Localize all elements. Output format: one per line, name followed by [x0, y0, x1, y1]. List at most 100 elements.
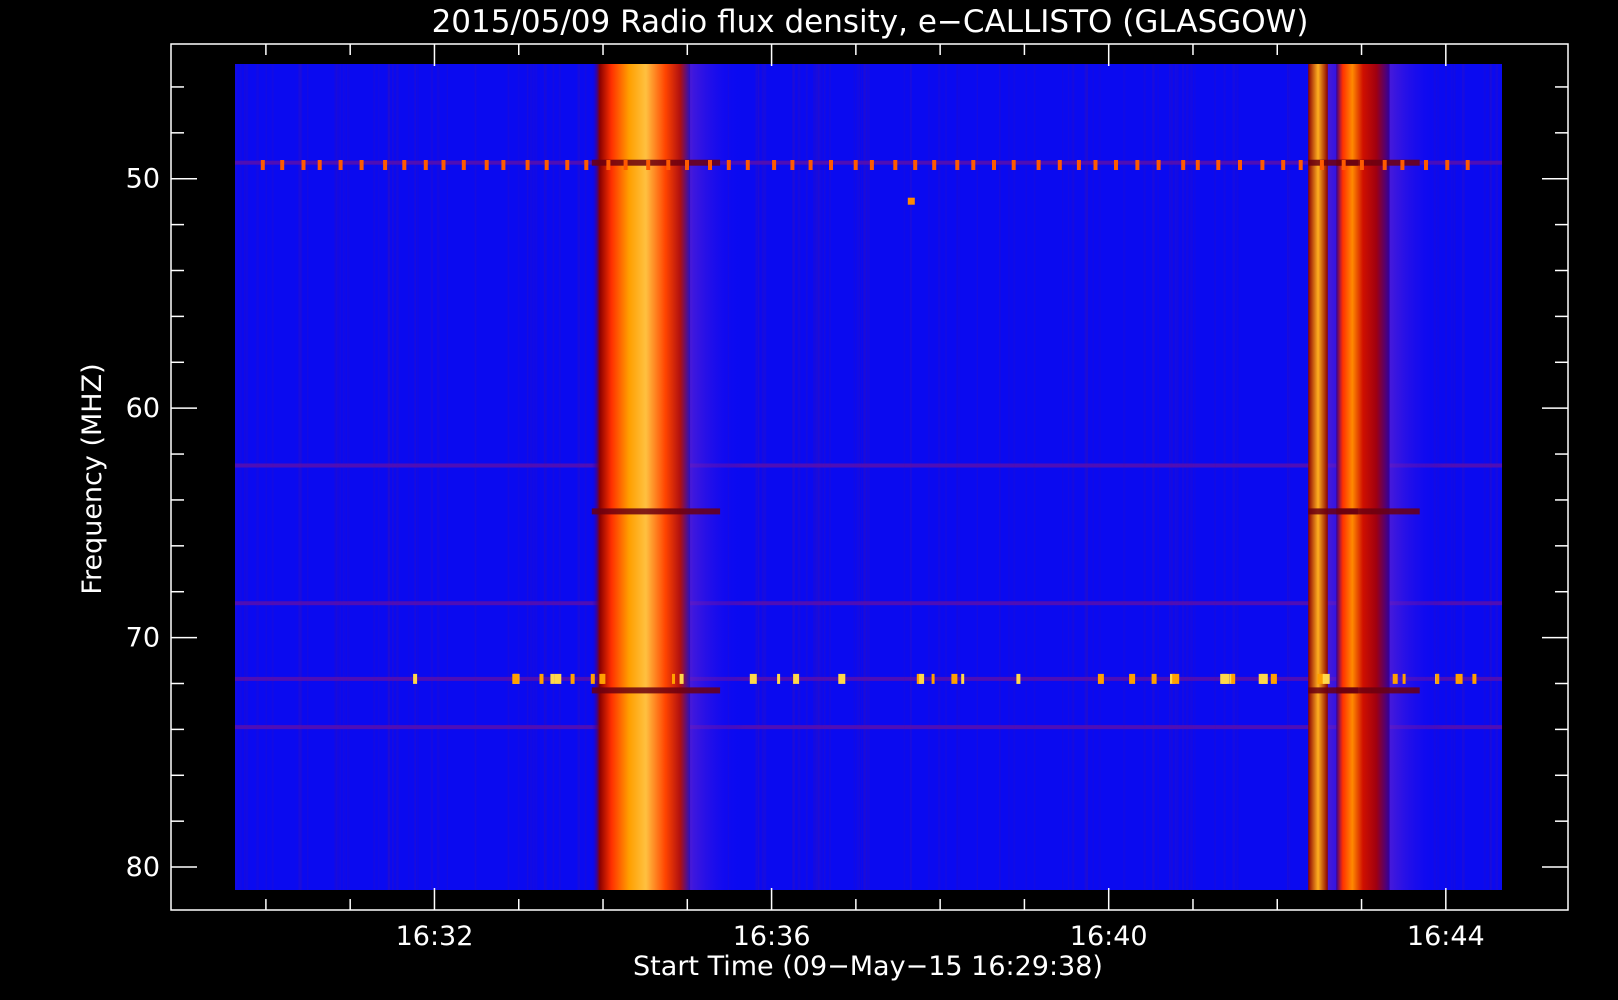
faint-stripe — [396, 64, 399, 890]
interference-dot — [280, 160, 285, 170]
faint-stripe — [243, 64, 246, 890]
interference-dot — [1216, 160, 1221, 170]
interference-dot — [1238, 160, 1242, 170]
faint-stripe — [1062, 64, 1064, 890]
faint-stripe — [821, 64, 823, 890]
faint-stripe — [1153, 64, 1155, 890]
faint-stripe — [856, 64, 859, 890]
interference-dot — [1172, 673, 1180, 684]
interference-dot — [1341, 160, 1346, 170]
interference-dot — [726, 160, 731, 170]
faint-stripe — [976, 64, 978, 890]
y-axis-label: Frequency (MHZ) — [77, 363, 108, 594]
faint-stripe — [1214, 64, 1216, 890]
interference-dot — [1402, 673, 1406, 684]
faint-stripe — [552, 64, 555, 890]
interference-dot — [913, 160, 918, 170]
burst-band — [1308, 64, 1328, 890]
faint-stripe — [577, 64, 580, 890]
faint-stripe — [1025, 64, 1027, 890]
interference-dot — [1011, 160, 1016, 170]
faint-stripe — [335, 64, 339, 890]
burst-cut — [1336, 159, 1420, 166]
faint-stripe — [265, 64, 268, 890]
faint-stripe — [1489, 64, 1493, 890]
interference-dot — [550, 673, 555, 684]
x-tick-labels: 16:32 16:36 16:40 16:44 — [396, 921, 1485, 952]
faint-stripe — [408, 64, 410, 890]
interference-dot — [749, 673, 757, 684]
faint-stripe — [1174, 64, 1177, 890]
chart-title: 2015/05/09 Radio flux density, e−CALLIST… — [432, 4, 1309, 40]
faint-stripe — [1483, 64, 1486, 890]
interference-dot — [1400, 160, 1405, 170]
faint-stripe — [1033, 64, 1036, 890]
faint-stripe — [414, 64, 417, 890]
faint-stripe — [1236, 64, 1239, 890]
interference-dot — [484, 160, 489, 170]
faint-stripe — [507, 64, 510, 890]
interference-dot — [1057, 160, 1062, 170]
interference-dot — [1424, 160, 1428, 170]
faint-stripe — [446, 64, 448, 890]
burst-cut — [591, 159, 721, 166]
faint-stripe — [1157, 64, 1159, 890]
interference-dot — [992, 160, 996, 170]
interference-dot — [338, 160, 343, 170]
faint-stripe — [545, 64, 547, 890]
faint-stripe — [867, 64, 870, 890]
burst-band — [591, 64, 691, 890]
faint-stripe — [763, 64, 767, 890]
x-tick-label: 16:40 — [1070, 921, 1148, 952]
interference-dot — [932, 160, 937, 170]
spectrogram-chart: 2015/05/09 Radio flux density, e−CALLIST… — [77, 4, 1569, 982]
interference-dot — [1135, 160, 1140, 170]
burst-tail — [690, 64, 746, 890]
interference-dot — [383, 160, 388, 170]
faint-stripe — [761, 64, 764, 890]
faint-stripe — [1086, 64, 1089, 890]
interference-dot — [1036, 160, 1041, 170]
faint-stripe — [430, 64, 434, 890]
burst-cut — [1336, 687, 1420, 694]
faint-stripe — [1495, 64, 1499, 890]
interference-dot — [793, 673, 800, 684]
faint-stripe — [1008, 64, 1010, 890]
faint-stripe — [1232, 64, 1236, 890]
interference-dot — [1273, 673, 1277, 684]
interference-dot — [1359, 160, 1364, 170]
faint-stripe — [235, 64, 238, 890]
faint-stripe — [957, 64, 961, 890]
faint-stripe — [853, 64, 855, 890]
interference-dot — [512, 673, 519, 684]
interference-dot — [1093, 160, 1098, 170]
interference-dot — [461, 160, 466, 170]
interference-dot — [260, 160, 265, 170]
faint-stripe — [1092, 64, 1094, 890]
faint-stripe — [340, 64, 342, 890]
faint-stripe — [534, 64, 538, 890]
faint-stripe — [999, 64, 1001, 890]
faint-stripe — [757, 64, 760, 890]
faint-stripe — [1123, 64, 1126, 890]
faint-stripe — [306, 64, 309, 890]
interference-dot — [1455, 673, 1463, 684]
faint-stripe — [903, 64, 906, 890]
interference-dot — [359, 160, 364, 170]
interference-dot — [525, 160, 530, 170]
faint-stripe — [532, 64, 536, 890]
x-axis-label: Start Time (09−May−15 16:29:38) — [633, 951, 1103, 982]
interference-dot — [708, 160, 712, 170]
faint-stripe — [417, 64, 419, 890]
interference-dot — [1181, 160, 1186, 170]
interference-dot — [1076, 160, 1081, 170]
burst-cut — [1336, 508, 1420, 515]
faint-stripe — [1169, 64, 1171, 890]
y-tick-label: 60 — [126, 393, 160, 424]
interference-dot — [1151, 673, 1157, 684]
interference-dot — [971, 160, 976, 170]
interference-dot — [1222, 673, 1229, 684]
faint-stripe — [806, 64, 808, 890]
interference-dot — [623, 160, 628, 170]
faint-stripe — [792, 64, 794, 890]
